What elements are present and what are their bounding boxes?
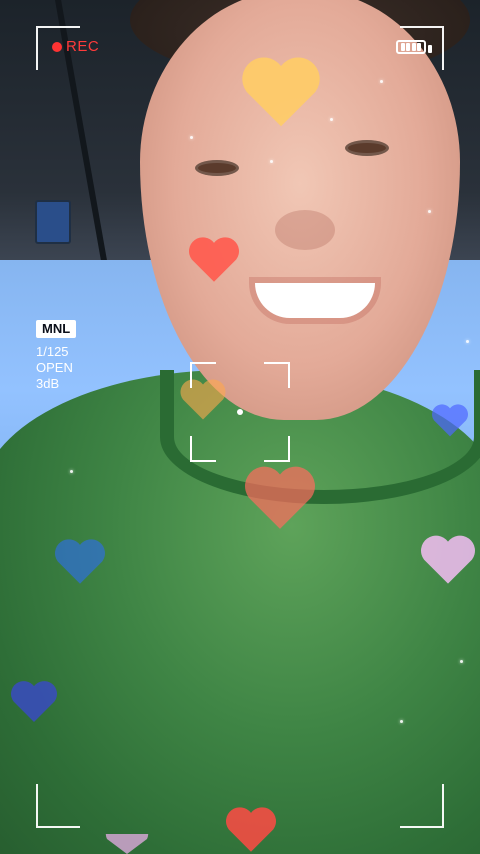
rec-dot-icon bbox=[52, 41, 62, 52]
battery-bar bbox=[417, 43, 422, 51]
audio-level: 3dB bbox=[36, 376, 60, 391]
focus-corner-top-left bbox=[190, 362, 216, 388]
mode-badge: MNL bbox=[36, 320, 77, 338]
shutter-speed: 1/125 bbox=[36, 344, 69, 359]
battery-bar bbox=[411, 43, 416, 51]
battery-bar bbox=[406, 43, 411, 51]
aperture-label: OPEN bbox=[36, 360, 73, 375]
focus-corner-bottom-right bbox=[264, 436, 290, 462]
frame-corner-bottom-left bbox=[36, 784, 80, 828]
camera-viewport: REC MNL 1/125 OPEN 3dB bbox=[0, 0, 480, 854]
focus-corner-top-right bbox=[264, 362, 290, 388]
rec-indicator: REC bbox=[52, 38, 99, 55]
focus-dot bbox=[237, 409, 243, 415]
camera-info: MNL 1/125 OPEN 3dB bbox=[36, 320, 77, 392]
rec-label: REC bbox=[66, 38, 100, 55]
frame-corner-bottom-right bbox=[400, 784, 444, 828]
camera-overlay: REC MNL 1/125 OPEN 3dB bbox=[0, 0, 480, 854]
battery-bar bbox=[400, 43, 405, 51]
battery-icon bbox=[396, 40, 426, 54]
battery-tip bbox=[428, 45, 432, 53]
focus-corner-bottom-left bbox=[190, 436, 216, 462]
focus-box bbox=[190, 362, 290, 462]
